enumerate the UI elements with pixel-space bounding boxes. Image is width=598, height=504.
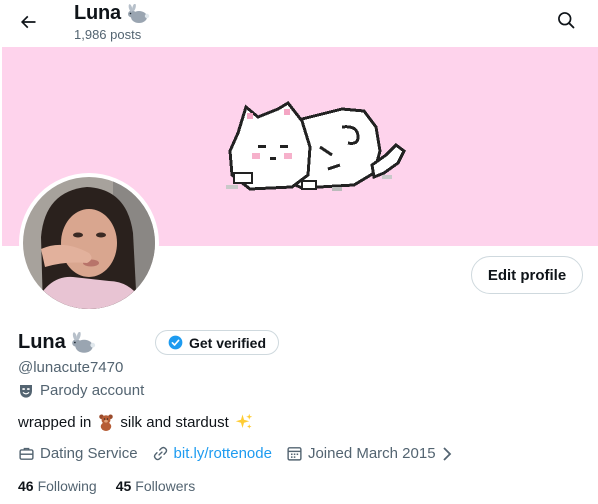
sparkles-emoji-icon	[235, 413, 253, 429]
link-icon	[153, 446, 167, 461]
category-text: Dating Service	[40, 445, 138, 462]
theater-mask-icon	[20, 384, 32, 398]
search-button[interactable]	[548, 2, 584, 38]
profile-bio: wrapped in silk and stardust	[18, 413, 254, 431]
parody-label: Parody account	[18, 382, 144, 399]
header-name: Luna	[74, 2, 121, 24]
profile-meta: Dating Service bit.ly/rottenode Joined M…	[18, 445, 467, 462]
following-count: 46	[18, 478, 34, 494]
briefcase-icon	[19, 447, 34, 460]
display-name: Luna	[18, 331, 96, 354]
profile-photo	[23, 177, 155, 309]
joined-text: Joined March 2015	[307, 445, 436, 462]
get-verified-label: Get verified	[188, 334, 267, 351]
meta-joined[interactable]: Joined March 2015	[286, 445, 453, 462]
search-icon	[558, 12, 575, 29]
followers-label: Followers	[135, 478, 196, 494]
followers-count: 45	[115, 478, 132, 494]
teddy-bear-emoji-icon	[99, 414, 114, 431]
rabbit-emoji-icon	[127, 3, 150, 23]
parody-label-text: Parody account	[40, 382, 145, 399]
get-verified-button[interactable]: Get verified	[155, 330, 279, 355]
rabbit-emoji-icon	[71, 331, 95, 353]
meta-link: bit.ly/rottenode	[152, 445, 272, 462]
bio-text-end: silk and stardust	[120, 413, 229, 431]
profile-website-link[interactable]: bit.ly/rottenode	[174, 445, 272, 462]
edit-profile-button[interactable]: Edit profile	[471, 256, 583, 294]
display-name-text: Luna	[18, 331, 66, 353]
arrow-left-icon	[20, 15, 36, 29]
verified-badge-icon	[168, 335, 183, 350]
follow-stats: 46 Following 45 Followers	[18, 478, 214, 494]
following-label: Following	[37, 478, 97, 494]
followers-link[interactable]: 45 Followers	[116, 478, 195, 494]
following-link[interactable]: 46 Following	[18, 478, 97, 494]
user-handle: @lunacute7470	[18, 359, 124, 376]
calendar-icon	[287, 447, 302, 461]
back-button[interactable]	[10, 4, 46, 40]
header-title: Luna	[74, 2, 150, 25]
avatar[interactable]	[23, 177, 155, 309]
meta-category: Dating Service	[18, 445, 138, 462]
posts-count: 1,986 posts	[74, 27, 142, 42]
chevron-right-icon	[442, 446, 451, 461]
bio-text-start: wrapped in	[18, 413, 92, 431]
